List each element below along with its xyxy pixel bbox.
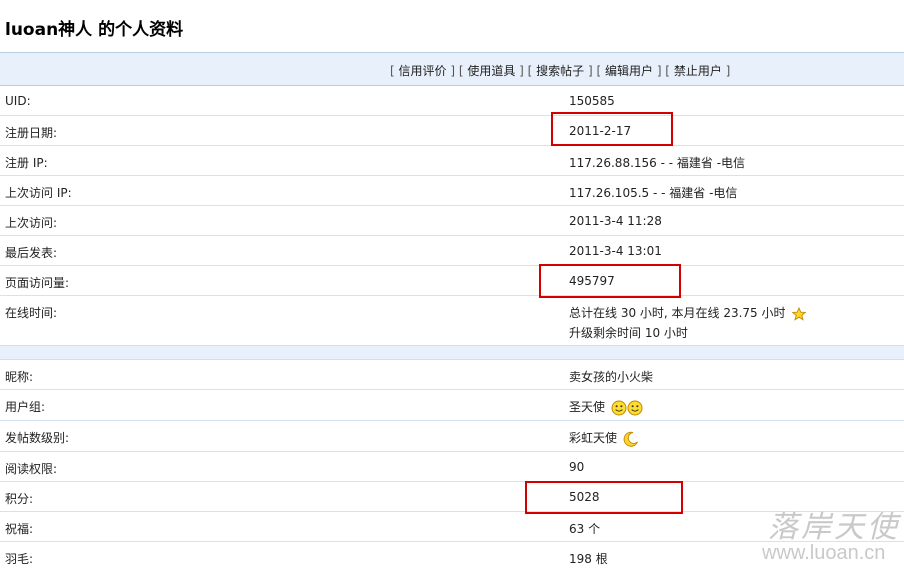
credit-rating-link[interactable]: 信用评价 <box>399 64 447 78</box>
profile-row-last-visit: 上次访问: 2011-3-4 11:28 <box>0 206 904 236</box>
row-label: 在线时间: <box>5 306 58 320</box>
profile-row-reg-date: 注册日期: 2011-2-17 <box>0 116 904 146</box>
row-value: 卖女孩的小火柴 <box>569 370 654 384</box>
row-label: 最后发表: <box>5 246 58 260</box>
row-value: 圣天使 <box>569 398 643 416</box>
row-label: 羽毛: <box>5 552 34 566</box>
detail-row-nickname: 昵称: 卖女孩的小火柴 <box>0 360 904 390</box>
row-value: 63 个 <box>569 522 601 536</box>
bracket: ] [ <box>584 64 605 78</box>
row-label: 用户组: <box>5 400 46 414</box>
detail-row-post-level: 发帖数级别: 彩虹天使 <box>0 421 904 452</box>
post-level-value: 彩虹天使 <box>569 431 618 445</box>
row-value: 117.26.105.5 - - 福建省 -电信 <box>569 186 738 200</box>
watermark: 落岸天使 www.luoan.cn <box>762 502 902 572</box>
use-item-link[interactable]: 使用道具 <box>467 64 515 78</box>
watermark-logo-text: 落岸天使 <box>768 510 900 545</box>
highlight-box-points <box>525 481 683 514</box>
row-value: 彩虹天使 <box>569 429 639 447</box>
edit-user-link[interactable]: 编辑用户 <box>605 64 653 78</box>
row-value: 2011-3-4 13:01 <box>569 244 662 258</box>
star-icon <box>791 306 806 321</box>
profile-row-page-views: 页面访问量: 495797 <box>0 266 904 296</box>
row-label: 昵称: <box>5 370 34 384</box>
detail-row-read-permission: 阅读权限: 90 <box>0 452 904 482</box>
smiley-icon <box>611 400 643 415</box>
bracket: ] [ <box>515 64 537 78</box>
watermark-url: www.luoan.cn <box>762 542 886 564</box>
moon-icon <box>623 431 638 447</box>
section-divider <box>0 345 904 360</box>
bracket: ] [ <box>653 64 674 78</box>
row-label: 阅读权限: <box>5 462 58 476</box>
row-label: 页面访问量: <box>5 276 70 290</box>
row-value: 90 <box>569 460 585 474</box>
bracket: [ <box>390 64 399 78</box>
row-label: 积分: <box>5 492 34 506</box>
detail-row-user-group: 用户组: 圣天使 <box>0 390 904 421</box>
page-title: luoan神人 的个人资料 <box>5 20 184 40</box>
row-label: 上次访问 IP: <box>5 186 72 200</box>
row-label: 上次访问: <box>5 216 58 230</box>
online-time-line1: 总计在线 30 小时, 本月在线 23.75 小时 <box>569 306 786 320</box>
online-time-line2: 升级剩余时间 10 小时 <box>569 326 688 340</box>
row-label: 注册日期: <box>5 126 58 140</box>
bracket: ] <box>721 64 731 78</box>
profile-row-last-post: 最后发表: 2011-3-4 13:01 <box>0 236 904 266</box>
profile-row-reg-ip: 注册 IP: 117.26.88.156 - - 福建省 -电信 <box>0 146 904 176</box>
row-label: 祝福: <box>5 522 34 536</box>
profile-row-last-ip: 上次访问 IP: 117.26.105.5 - - 福建省 -电信 <box>0 176 904 206</box>
row-value: 2011-3-4 11:28 <box>569 214 662 228</box>
highlight-box-reg-date <box>551 112 673 146</box>
row-value: 198 根 <box>569 552 608 566</box>
user-group-value: 圣天使 <box>569 400 606 414</box>
row-value: 总计在线 30 小时, 本月在线 23.75 小时 <box>569 304 806 321</box>
action-toolbar: [ 信用评价 ] [ 使用道具 ] [ 搜索帖子 ] [ 编辑用户 ] [ 禁止… <box>0 52 904 86</box>
row-value: 150585 <box>569 94 615 108</box>
bracket: ] [ <box>446 64 468 78</box>
row-label: UID: <box>5 94 31 108</box>
profile-row-uid: UID: 150585 <box>0 86 904 116</box>
row-label: 发帖数级别: <box>5 431 70 445</box>
highlight-box-page-views <box>539 264 681 298</box>
ban-user-link[interactable]: 禁止用户 <box>674 64 722 78</box>
row-value: 117.26.88.156 - - 福建省 -电信 <box>569 156 746 170</box>
search-posts-link[interactable]: 搜索帖子 <box>536 64 584 78</box>
profile-row-online-time: 在线时间: 总计在线 30 小时, 本月在线 23.75 小时 升级剩余时间 1… <box>0 296 904 346</box>
row-label: 注册 IP: <box>5 156 48 170</box>
